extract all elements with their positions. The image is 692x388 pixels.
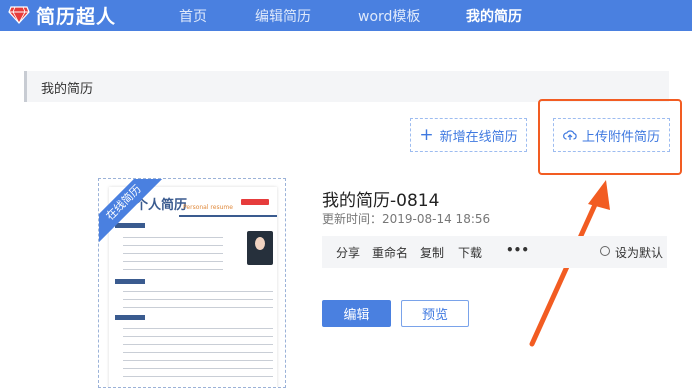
nav-home[interactable]: 首页 xyxy=(179,0,207,31)
thumb-text-lines-2 xyxy=(123,287,273,311)
set-default-radio[interactable] xyxy=(600,246,610,256)
thumb-text-lines-3 xyxy=(123,324,273,384)
thumb-subtitle: Personal resume xyxy=(183,204,233,211)
download-action[interactable]: 下载 xyxy=(458,244,482,261)
thumb-brand-icon xyxy=(241,199,269,205)
brand-logo[interactable]: 简历超人 xyxy=(8,2,116,28)
upload-attachment-label: 上传附件简历 xyxy=(581,129,660,145)
share-action[interactable]: 分享 xyxy=(336,244,360,261)
thumb-text-lines xyxy=(123,233,223,273)
rename-action[interactable]: 重命名 xyxy=(372,244,408,261)
thumb-photo xyxy=(247,231,273,265)
copy-action[interactable]: 复制 xyxy=(420,244,444,261)
resume-action-bar: 分享 重命名 复制 下载 ••• 设为默认 xyxy=(322,236,667,268)
cloud-upload-icon xyxy=(563,130,577,140)
plus-icon: + xyxy=(419,125,434,145)
brand-name: 简历超人 xyxy=(36,5,117,28)
resume-thumbnail[interactable]: 个人简历 Personal resume 在线简历 xyxy=(98,178,286,388)
resume-title: 我的简历-0814 xyxy=(322,191,440,211)
nav-edit-resume[interactable]: 编辑简历 xyxy=(255,0,311,31)
section-title: 我的简历 xyxy=(41,82,94,97)
preview-resume-button[interactable]: 预览 xyxy=(401,300,469,327)
section-header: 我的简历 xyxy=(24,71,669,102)
add-online-resume-label: 新增在线简历 xyxy=(439,129,518,145)
add-online-resume-button[interactable]: + 新增在线简历 xyxy=(410,118,527,152)
thumb-section-basic xyxy=(115,223,145,228)
nav-word-templates[interactable]: word模板 xyxy=(358,0,420,31)
thumb-section-education xyxy=(115,279,145,284)
edit-resume-button[interactable]: 编辑 xyxy=(322,300,391,327)
upload-attachment-button[interactable]: 上传附件简历 xyxy=(553,118,670,152)
thumb-photo-face xyxy=(255,237,265,250)
set-default-label[interactable]: 设为默认 xyxy=(615,244,663,261)
diamond-logo-icon xyxy=(8,6,30,24)
top-nav-bar: 简历超人 首页 编辑简历 word模板 我的简历 xyxy=(0,0,692,31)
resume-preview-page: 个人简历 Personal resume xyxy=(109,187,277,387)
more-actions-icon[interactable]: ••• xyxy=(506,243,529,257)
resume-updated-time: 更新时间：2019-08-14 18:56 xyxy=(322,212,491,226)
nav-my-resumes[interactable]: 我的简历 xyxy=(466,0,522,31)
thumb-section-work xyxy=(115,315,145,320)
thumb-header-line xyxy=(179,215,277,217)
